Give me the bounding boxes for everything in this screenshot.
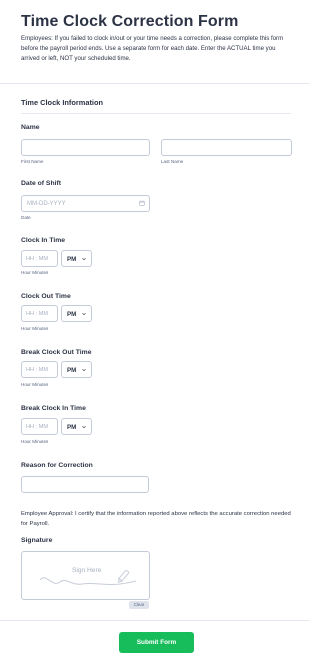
clock-in-time-input[interactable]: HH : MM	[21, 250, 58, 267]
calendar-icon[interactable]	[139, 200, 145, 206]
clock-in-label: Clock In Time	[21, 237, 66, 244]
clock-in-placeholder: HH : MM	[26, 255, 49, 262]
clock-out-label: Clock Out Time	[21, 293, 71, 300]
break-clock-out-sublabel: Hour Minutes	[21, 382, 49, 387]
form-header: Time Clock Correction Form Employees: If…	[0, 0, 310, 84]
date-input[interactable]: MM-DD-YYYY	[21, 195, 150, 212]
clock-out-ampm-value: PM	[67, 310, 77, 318]
date-label: Date of Shift	[21, 180, 62, 187]
break-clock-in-label: Break Clock In Time	[21, 405, 86, 412]
break-clock-in-time-input[interactable]: HH : MM	[21, 418, 58, 435]
break-clock-out-placeholder: HH : MM	[26, 366, 49, 373]
last-name-input[interactable]	[161, 139, 292, 156]
form-description: Employees: If you failed to clock in/out…	[21, 35, 284, 63]
first-name-sublabel: First Name	[21, 159, 44, 164]
clock-out-sublabel: Hour Minutes	[21, 326, 49, 331]
break-clock-in-placeholder: HH : MM	[26, 423, 49, 430]
section-divider	[21, 113, 291, 114]
clock-out-placeholder: HH : MM	[26, 310, 49, 317]
reason-input[interactable]	[21, 476, 149, 493]
signature-pad[interactable]: Sign Here	[21, 551, 150, 600]
chevron-down-icon	[82, 313, 86, 316]
clock-out-time-input[interactable]: HH : MM	[21, 305, 58, 322]
chevron-down-icon	[82, 258, 86, 261]
chevron-down-icon	[82, 369, 86, 372]
last-name-sublabel: Last Name	[161, 159, 184, 164]
break-clock-in-ampm-value: PM	[67, 423, 77, 431]
break-clock-in-sublabel: Hour Minutes	[21, 439, 49, 444]
footer-divider	[0, 620, 310, 621]
name-label: Name	[21, 124, 40, 131]
clock-in-sublabel: Hour Minutes	[21, 270, 49, 275]
clock-in-ampm-select[interactable]: PM	[61, 250, 92, 267]
date-placeholder: MM-DD-YYYY	[27, 200, 66, 207]
clock-in-ampm-value: PM	[67, 255, 77, 263]
break-clock-out-ampm-select[interactable]: PM	[61, 361, 92, 378]
form-title: Time Clock Correction Form	[21, 13, 239, 30]
break-clock-out-label: Break Clock Out Time	[21, 349, 92, 356]
submit-button[interactable]: Submit Form	[119, 632, 194, 653]
signature-placeholder: Sign Here	[72, 567, 102, 574]
break-clock-out-time-input[interactable]: HH : MM	[21, 361, 58, 378]
signature-label: Signature	[21, 537, 53, 544]
approval-text: Employee Approval: I certify that the in…	[21, 511, 291, 527]
date-sublabel: Date	[21, 215, 31, 220]
break-clock-in-ampm-select[interactable]: PM	[61, 418, 92, 435]
clear-signature-button[interactable]: Clear	[129, 601, 149, 609]
first-name-input[interactable]	[21, 139, 150, 156]
break-clock-out-ampm-value: PM	[67, 366, 77, 374]
clock-out-ampm-select[interactable]: PM	[61, 305, 92, 322]
pen-icon	[117, 569, 130, 583]
chevron-down-icon	[82, 426, 86, 429]
section-title: Time Clock Information	[21, 98, 103, 107]
reason-label: Reason for Correction	[21, 462, 93, 469]
